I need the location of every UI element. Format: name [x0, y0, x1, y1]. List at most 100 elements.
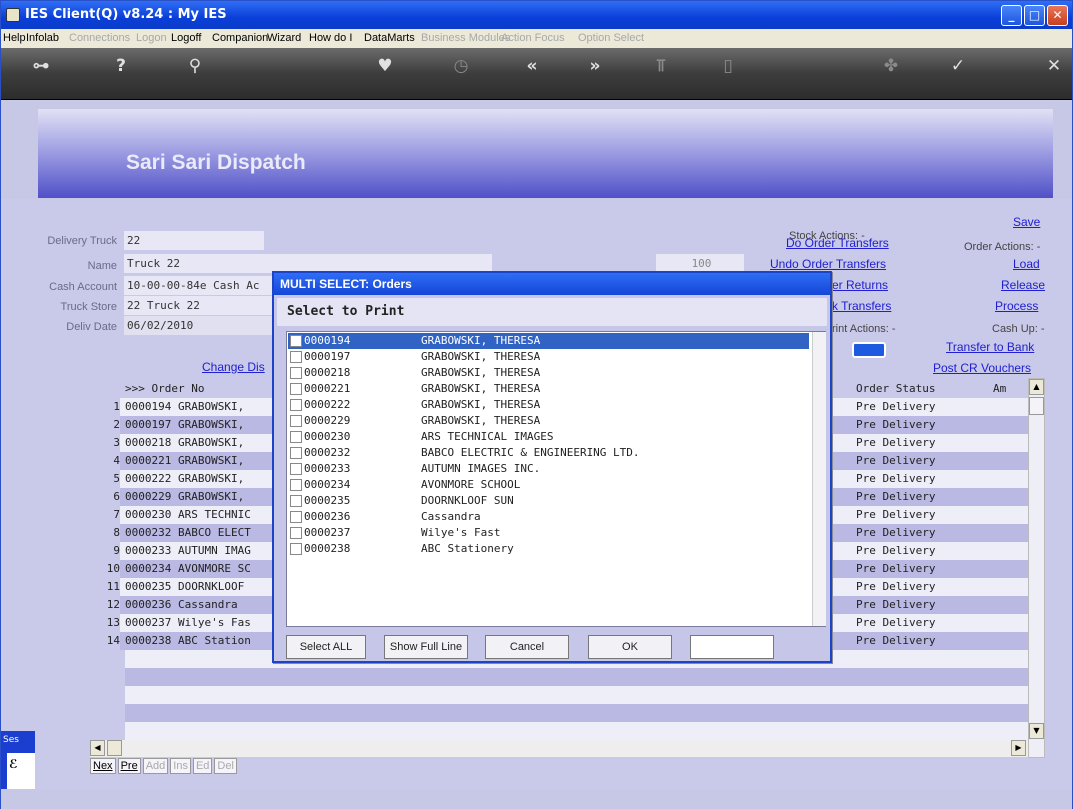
maximize-button[interactable]: □ [1024, 5, 1045, 26]
order-cell[interactable]: 0000222 GRABOWSKI, [125, 470, 244, 488]
item-checkbox[interactable] [290, 479, 302, 491]
list-item[interactable]: 0000233 AUTUMN IMAGES INC. [288, 461, 809, 477]
order-cell[interactable]: 0000197 GRABOWSKI, [125, 416, 244, 434]
item-checkbox[interactable] [290, 399, 302, 411]
save-link[interactable]: Save [1013, 215, 1040, 229]
item-checkbox[interactable] [290, 527, 302, 539]
menu-how-do-i[interactable]: How do I [309, 32, 352, 44]
release-link[interactable]: Release [1001, 278, 1045, 292]
status-cell[interactable]: Pre Delivery [856, 416, 935, 434]
order-no-header[interactable]: >>> Order No [125, 380, 204, 398]
status-cell[interactable]: Pre Delivery [856, 560, 935, 578]
scroll-thumb-horizontal[interactable] [107, 740, 122, 756]
list-item[interactable]: 0000236 Cassandra [288, 509, 809, 525]
status-cell[interactable]: Pre Delivery [856, 506, 935, 524]
forward-icon[interactable]: » [583, 56, 607, 76]
list-item[interactable]: 0000232 BABCO ELECTRIC & ENGINEERING LTD. [288, 445, 809, 461]
item-checkbox[interactable] [290, 383, 302, 395]
key-icon[interactable]: ⊶ [29, 56, 53, 76]
item-checkbox[interactable] [290, 447, 302, 459]
back-icon[interactable]: « [520, 56, 544, 76]
order-cell[interactable]: 0000230 ARS TECHNIC [125, 506, 251, 524]
list-item[interactable]: 0000221 GRABOWSKI, THERESA [288, 381, 809, 397]
order-cell[interactable]: 0000229 GRABOWSKI, [125, 488, 244, 506]
clock-icon[interactable]: ◷ [449, 56, 473, 76]
load-link[interactable]: Load [1013, 257, 1040, 271]
k-transfers-link[interactable]: k Transfers [832, 299, 891, 313]
dialog-title[interactable]: MULTI SELECT: Orders [274, 273, 830, 295]
order-cell[interactable]: 0000233 AUTUMN IMAG [125, 542, 251, 560]
order-cell[interactable]: 0000218 GRABOWSKI, [125, 434, 244, 452]
item-checkbox[interactable] [290, 431, 302, 443]
truck-store-field[interactable]: 22 Truck 22 [124, 296, 274, 315]
empty-row[interactable] [125, 704, 1033, 722]
empty-row[interactable] [125, 668, 1033, 686]
order-cell[interactable]: 0000237 Wilye's Fas [125, 614, 251, 632]
order-cell[interactable]: 0000238 ABC Station [125, 632, 251, 650]
list-item[interactable]: 0000222 GRABOWSKI, THERESA [288, 397, 809, 413]
item-checkbox[interactable] [290, 351, 302, 363]
check-icon[interactable]: ✓ [946, 56, 970, 76]
list-item[interactable]: 0000234 AVONMORE SCHOOL [288, 477, 809, 493]
list-item[interactable]: 0000218 GRABOWSKI, THERESA [288, 365, 809, 381]
post-cr-vouchers-link[interactable]: Post CR Vouchers [933, 361, 1031, 375]
item-checkbox[interactable] [290, 367, 302, 379]
list-scrollbar[interactable] [812, 332, 826, 626]
transfer-to-bank-link[interactable]: Transfer to Bank [946, 340, 1034, 354]
show-full-line-button[interactable]: Show Full Line [384, 635, 468, 659]
status-cell[interactable]: Pre Delivery [856, 614, 935, 632]
item-checkbox[interactable] [290, 495, 302, 507]
order-returns-link[interactable]: er Returns [832, 278, 888, 292]
ok-button[interactable]: OK [588, 635, 672, 659]
scroll-thumb[interactable] [1029, 397, 1044, 415]
status-cell[interactable]: Pre Delivery [856, 524, 935, 542]
grid-horizontal-scrollbar[interactable]: ◀ ▶ [90, 740, 1028, 757]
nav-pre-button[interactable]: Pre [117, 758, 141, 774]
heart-icon[interactable]: ♥ [373, 56, 397, 76]
status-cell[interactable]: Pre Delivery [856, 434, 935, 452]
close-window-button[interactable]: ✕ [1047, 5, 1068, 26]
status-cell[interactable]: Pre Delivery [856, 632, 935, 650]
cash-account-field[interactable]: 10-00-00-84e Cash Ac [124, 276, 274, 295]
item-checkbox[interactable] [290, 335, 302, 347]
menu-infolab[interactable]: Infolab [26, 32, 59, 44]
close-icon[interactable]: ✕ [1042, 56, 1066, 76]
search-icon[interactable]: ⚲ [183, 56, 207, 76]
document-icon[interactable]: ▯ [716, 56, 740, 76]
list-item[interactable]: 0000230 ARS TECHNICAL IMAGES [288, 429, 809, 445]
status-cell[interactable]: Pre Delivery [856, 470, 935, 488]
menu-logoff[interactable]: Logoff [171, 32, 201, 44]
status-cell[interactable]: Pre Delivery [856, 452, 935, 470]
list-item[interactable]: 0000194 GRABOWSKI, THERESA [288, 333, 809, 349]
cancel-button[interactable]: Cancel [485, 635, 569, 659]
list-item[interactable]: 0000229 GRABOWSKI, THERESA [288, 413, 809, 429]
item-checkbox[interactable] [290, 511, 302, 523]
menu-help[interactable]: Help [3, 32, 26, 44]
scroll-right-button[interactable]: ▶ [1011, 740, 1026, 756]
globe-icon[interactable]: ✤ [879, 56, 903, 76]
select-all-button[interactable]: Select ALL [286, 635, 366, 659]
session-panel[interactable]: ℰ [7, 753, 35, 793]
title-bar[interactable]: IES Client(Q) v8.24 : My IES _ □ ✕ [1, 1, 1072, 29]
amount-header[interactable]: Am [993, 380, 1006, 398]
tools-icon[interactable]: ⫪ [649, 56, 673, 76]
menu-companion[interactable]: Companion [212, 32, 268, 44]
empty-row[interactable] [125, 722, 1033, 740]
grid-vertical-scrollbar[interactable]: ▲ ▼ [1028, 378, 1045, 758]
menu-wizard[interactable]: Wizard [267, 32, 301, 44]
list-item[interactable]: 0000237 Wilye's Fast [288, 525, 809, 541]
list-item[interactable]: 0000235 DOORNKLOOF SUN [288, 493, 809, 509]
list-item[interactable]: 0000238 ABC Stationery [288, 541, 809, 557]
help-icon[interactable]: ? [109, 56, 133, 76]
change-link[interactable]: Change Dis [202, 360, 265, 374]
order-status-header[interactable]: Order Status [856, 380, 935, 398]
undo-order-transfers-link[interactable]: Undo Order Transfers [770, 257, 886, 271]
deliv-date-field[interactable]: 06/02/2010 [124, 316, 274, 335]
scroll-left-button[interactable]: ◀ [90, 740, 105, 756]
status-cell[interactable]: Pre Delivery [856, 542, 935, 560]
scroll-up-button[interactable]: ▲ [1029, 379, 1044, 395]
order-cell[interactable]: 0000235 DOORNKLOOF [125, 578, 244, 596]
do-order-transfers-link[interactable]: Do Order Transfers [786, 236, 889, 250]
order-cell[interactable]: 0000236 Cassandra [125, 596, 238, 614]
order-cell[interactable]: 0000234 AVONMORE SC [125, 560, 251, 578]
